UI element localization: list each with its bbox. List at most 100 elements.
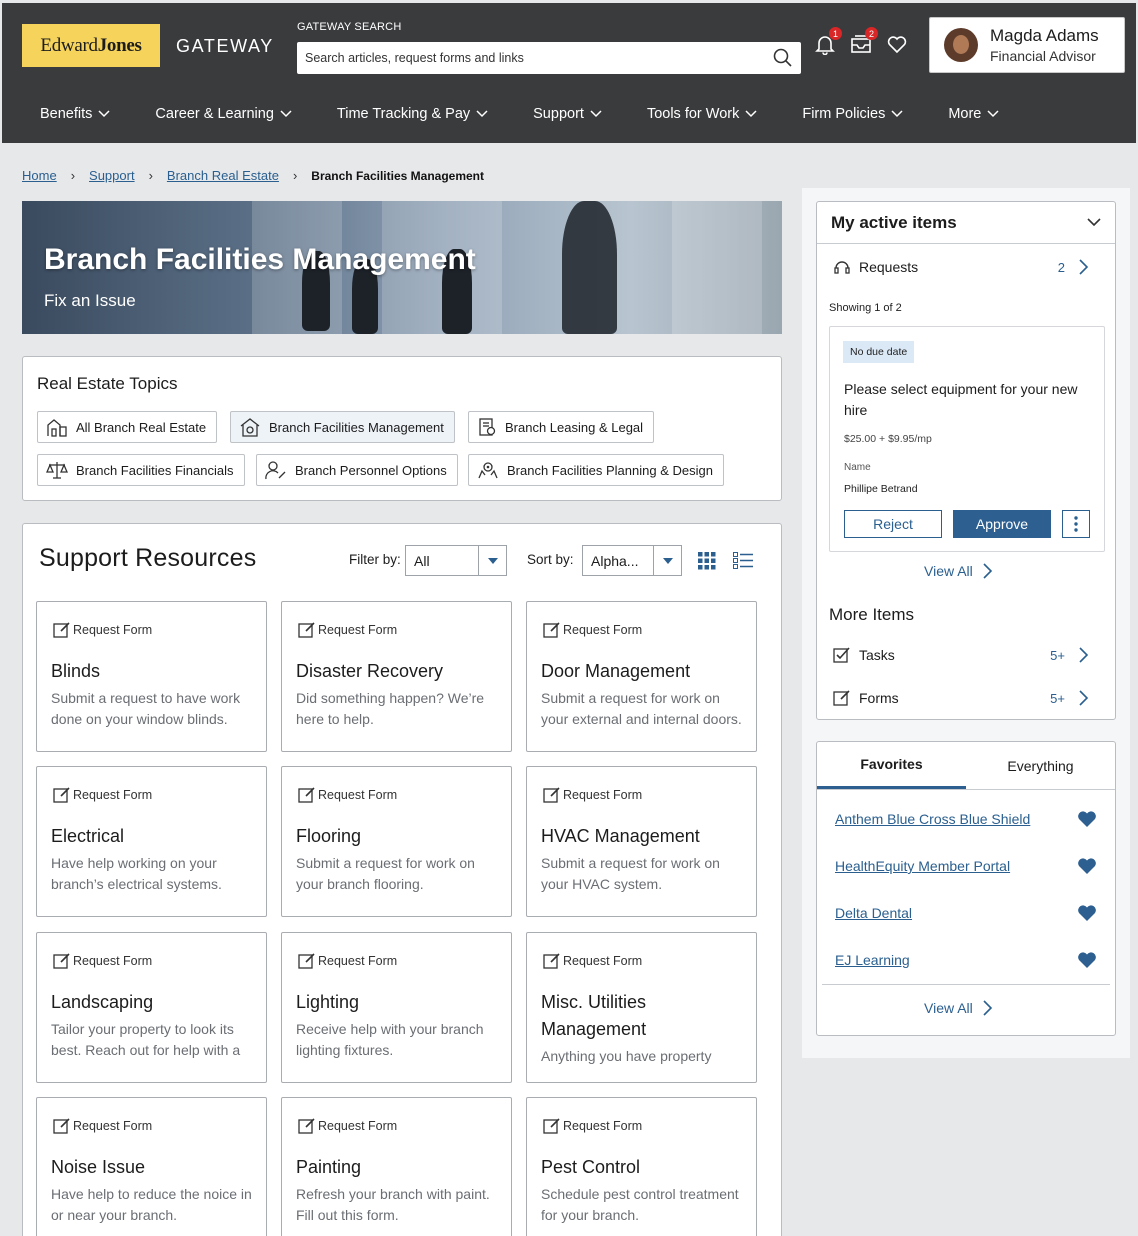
topic-chip-label: Branch Leasing & Legal [505,419,644,435]
resource-card-pest-control[interactable]: Request Form Pest Control Schedule pest … [526,1097,757,1236]
headset-icon [834,261,850,274]
active-items-header[interactable]: My active items [817,202,1115,244]
edward-jones-logo[interactable]: Edward Jones [22,24,160,67]
breadcrumb-support[interactable]: Support [89,168,135,183]
hero-banner: Branch Facilities Management Fix an Issu… [22,201,782,334]
favorite-link[interactable]: HealthEquity Member Portal [835,858,1010,874]
card-type: Request Form [563,623,643,637]
card-description: Have help to reduce the noice in or near… [51,1186,252,1223]
heart-filled-icon[interactable] [1077,810,1097,828]
resource-card-noise-issue[interactable]: Request Form Noise Issue Have help to re… [36,1097,267,1236]
inbox-button[interactable]: 2 [850,27,878,55]
hero-window [672,201,762,334]
favorite-link[interactable]: Anthem Blue Cross Blue Shield [835,811,1030,827]
approve-button[interactable]: Approve [953,510,1051,538]
topic-chip-branch-facilities-planning-design[interactable]: Branch Facilities Planning & Design [468,454,724,486]
resource-card-painting[interactable]: Request Form Painting Refresh your branc… [281,1097,512,1236]
nav-tools-for-work[interactable]: Tools for Work [647,106,757,122]
heart-filled-icon[interactable] [1077,951,1097,969]
resource-card-hvac-management[interactable]: Request Form HVAC Management Submit a re… [526,766,757,917]
card-type: Request Form [318,788,398,802]
topic-chip-label: Branch Facilities Financials [76,462,234,478]
nav-support[interactable]: Support [533,106,602,122]
nav-firm-policies[interactable]: Firm Policies [802,106,903,122]
request-title: Please select equipment for your new hir… [844,381,1078,418]
more-items-heading: More Items [829,605,915,624]
filter-select[interactable]: All [405,545,507,576]
more-options-button[interactable] [1062,510,1090,538]
topic-chip-all-branch-real-estate[interactable]: All Branch Real Estate [37,411,218,443]
favorite-item: EJ Learning [835,951,1097,969]
card-type: Request Form [318,623,398,637]
nav-more[interactable]: More [948,106,999,122]
breadcrumb-branch-real-estate[interactable]: Branch Real Estate [167,168,279,183]
card-type: Request Form [563,954,643,968]
topic-chip-branch-leasing-legal[interactable]: Branch Leasing & Legal [468,411,655,443]
caret-down-icon [487,557,498,564]
notifications-button[interactable]: 1 [814,27,842,56]
tasks-row[interactable]: Tasks 5+ [833,646,1089,664]
card-title: Painting [296,1157,362,1177]
card-description: Submit a request for work on your HVAC s… [541,855,720,892]
reject-button[interactable]: Reject [844,510,942,538]
favorite-link[interactable]: EJ Learning [835,952,910,968]
topic-chip-label: Branch Facilities Management [269,419,444,435]
topic-chip-label: Branch Facilities Planning & Design [507,462,713,478]
main-nav: Benefits Career & Learning Time Tracking… [40,106,1044,122]
card-title: Blinds [51,661,101,681]
nav-time-tracking-pay[interactable]: Time Tracking & Pay [337,106,488,122]
resource-card-electrical[interactable]: Request Form Electrical Have help workin… [36,766,267,917]
heart-filled-icon[interactable] [1077,904,1097,922]
resource-card-flooring[interactable]: Request Form Flooring Submit a request f… [281,766,512,917]
request-name-label: Name [844,462,871,473]
card-description: Receive help with your branch lighting f… [296,1021,484,1058]
chevron-down-icon[interactable] [1087,218,1101,227]
filter-label: Filter by: [349,552,401,567]
topic-chip-branch-facilities-management[interactable]: Branch Facilities Management [230,411,455,443]
resource-card-door-management[interactable]: Request Form Door Management Submit a re… [526,601,757,752]
kebab-menu-icon [1074,516,1078,532]
nav-benefits[interactable]: Benefits [40,106,110,122]
card-description: Submit a request to have work done on yo… [51,690,241,727]
forms-label: Forms [859,690,899,706]
tab-favorites[interactable]: Favorites [817,742,966,789]
nav-label: Tools for Work [646,106,740,122]
chevron-down-icon [476,110,488,118]
card-title: Disaster Recovery [296,661,444,681]
avatar [944,28,978,62]
breadcrumb-home[interactable]: Home [22,168,57,183]
tasks-label: Tasks [859,647,895,663]
resource-card-blinds[interactable]: Request Form Blinds Submit a request to … [36,601,267,752]
sort-select[interactable]: Alpha... [582,545,682,576]
resource-card-disaster-recovery[interactable]: Request Form Disaster Recovery Did somet… [281,601,512,752]
favorites-button[interactable] [886,33,908,55]
nav-career-learning[interactable]: Career & Learning [155,106,292,122]
topic-chip-branch-personnel-options[interactable]: Branch Personnel Options [256,454,458,486]
resource-card-misc-utilities-management[interactable]: Request Form Misc. Utilities Management … [526,932,757,1083]
topic-chip-branch-facilities-financials[interactable]: Branch Facilities Financials [37,454,245,486]
resource-card-lighting[interactable]: Request Form Lighting Receive help with … [281,932,512,1083]
tab-everything[interactable]: Everything [966,742,1115,789]
search-icon[interactable] [773,48,793,68]
card-type: Request Form [73,623,153,637]
edit-form-icon [543,953,560,969]
nav-label: Time Tracking & Pay [336,106,471,122]
user-profile-card[interactable]: Magda Adams Financial Advisor [929,17,1125,73]
card-type: Request Form [73,788,153,802]
chevron-right-icon [983,563,992,579]
nav-label: Career & Learning [155,106,274,122]
view-all-favorites-link[interactable]: View All [924,1000,993,1016]
forms-row[interactable]: Forms 5+ [833,689,1089,707]
grid-view-icon[interactable] [698,552,716,570]
favorite-item: Delta Dental [835,904,1097,922]
top-header: Edward Jones GATEWAY GATEWAY SEARCH Searc… [2,3,1136,143]
favorite-link[interactable]: Delta Dental [835,905,912,921]
chevron-down-icon [891,110,903,118]
search-input[interactable]: Search articles, request forms and links [297,42,801,74]
resource-card-landscaping[interactable]: Request Form Landscaping Tailor your pro… [36,932,267,1083]
list-view-icon[interactable] [733,552,753,570]
view-all-requests-link[interactable]: View All [924,563,993,579]
heart-filled-icon[interactable] [1077,857,1097,875]
card-title: HVAC Management [541,826,700,846]
requests-row[interactable]: Requests 2 [833,258,1089,276]
